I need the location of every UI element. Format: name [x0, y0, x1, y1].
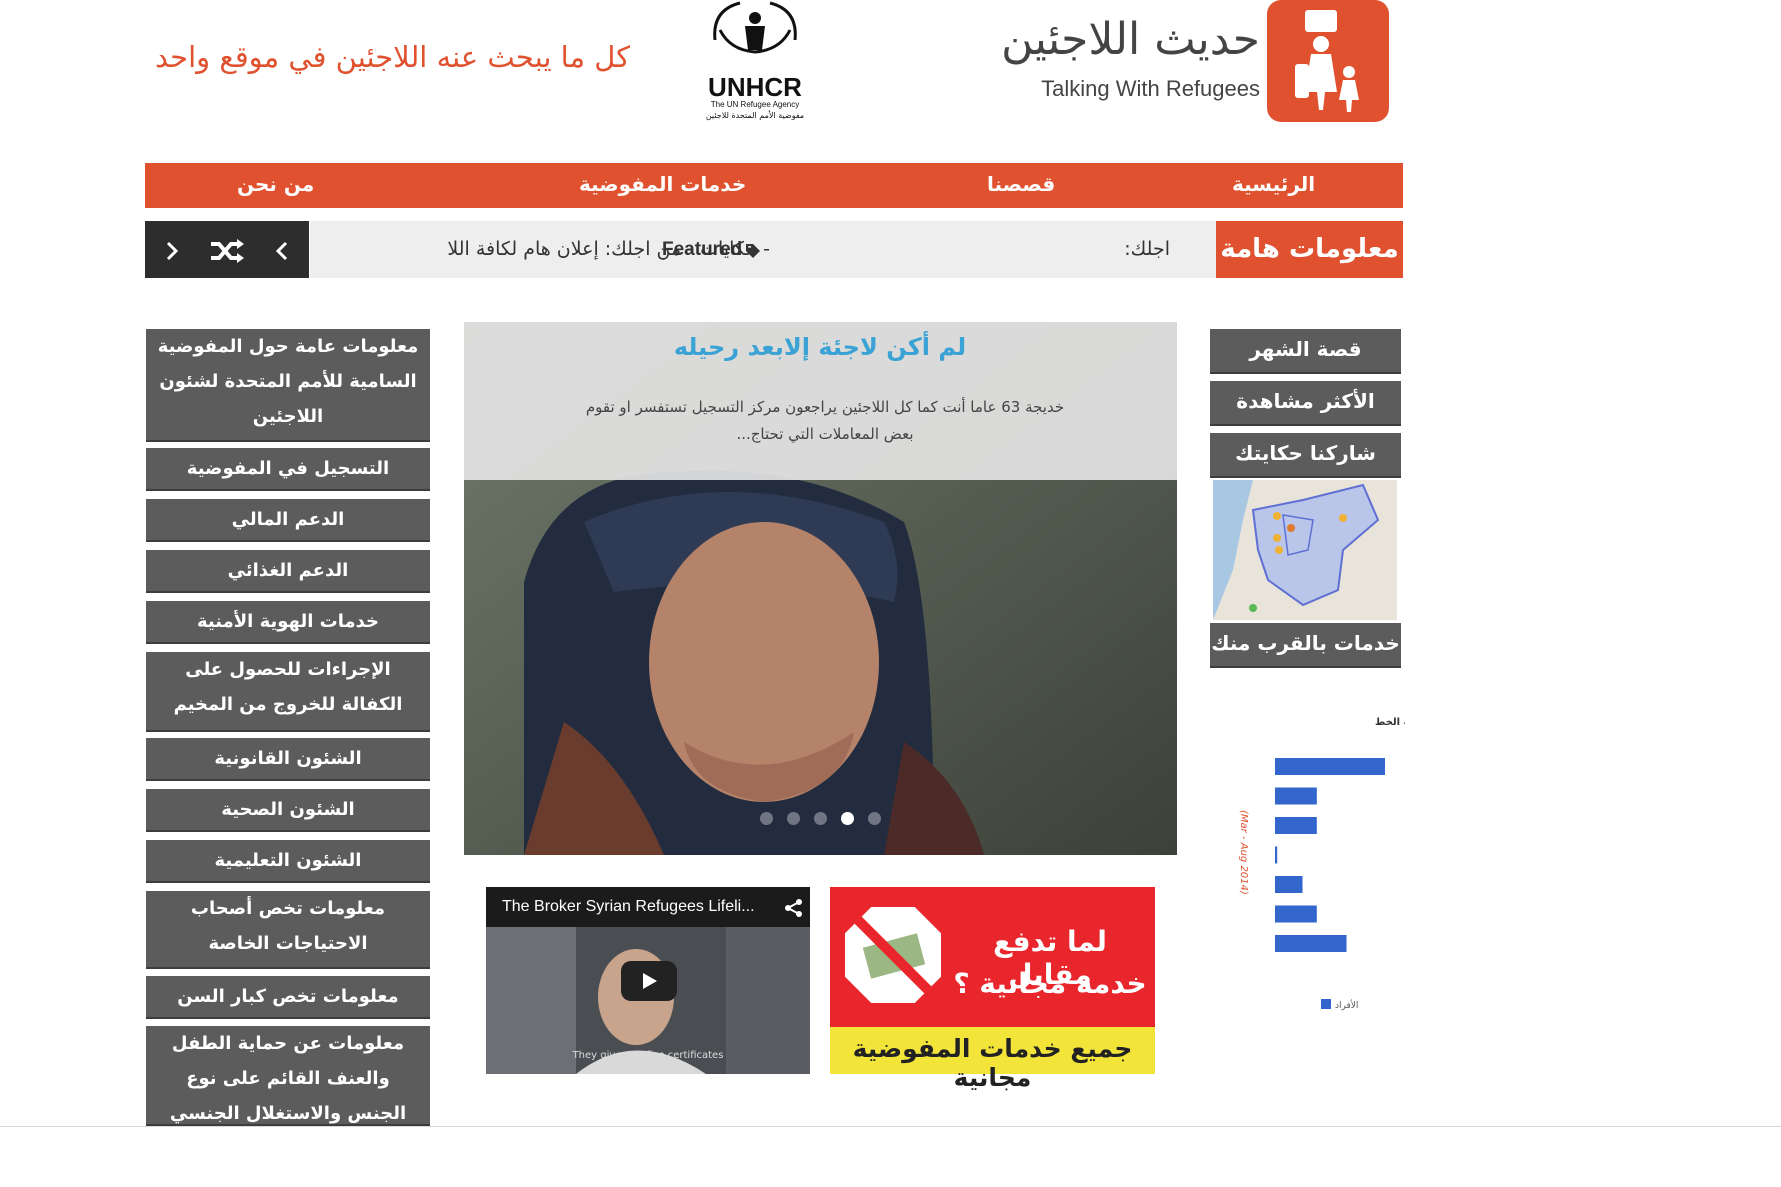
chart-title: معلومات الاحصائيات الخط	[1375, 717, 1405, 728]
right-menu-item-nearby-services[interactable]: خدمات بالقرب منك	[1210, 623, 1401, 668]
slide-description: خديجة 63 عاما أنت كما كل اللاجئين يراجعو…	[585, 398, 1065, 443]
slide-title[interactable]: لم أكن لاجئة إلابعد رحيله	[470, 333, 1170, 361]
right-menu-item-share-story[interactable]: شاركنا حكايتك	[1210, 433, 1401, 478]
unhcr-name: UNHCR	[708, 72, 802, 102]
ticker-label: معلومات هامة	[1216, 221, 1403, 278]
left-menu-item-education[interactable]: الشئون التعليمية	[146, 840, 430, 883]
slider-dot-4[interactable]	[841, 812, 854, 825]
ticker-prefix: اجلك:	[1124, 238, 1170, 260]
slider-dot-1[interactable]	[760, 812, 773, 825]
page-bottom-divider	[0, 1126, 1781, 1127]
chart-ylabel: (Mar - Aug 2014)	[1238, 810, 1249, 895]
left-menu-item-legal[interactable]: الشئون القانونية	[146, 738, 430, 781]
slider-dot-2[interactable]	[787, 812, 800, 825]
slider-dot-3[interactable]	[814, 812, 827, 825]
site-logo-arabic[interactable]: حديث اللاجئين	[990, 14, 1260, 65]
nav-item-our-stories[interactable]: قصصنا	[987, 163, 1055, 208]
chart-bar	[1275, 787, 1317, 805]
no-money-icon	[838, 900, 948, 1010]
share-icon[interactable]	[784, 898, 804, 922]
left-menu-item-child-protection[interactable]: معلومات عن حماية الطفل والعنف القائم على…	[146, 1026, 430, 1126]
left-menu-item-health[interactable]: الشئون الصحية	[146, 789, 430, 832]
chart-bar	[1275, 905, 1317, 923]
unhcr-logo[interactable]: UNHCR The UN Refugee Agency مفوضية الأمم…	[690, 0, 820, 125]
ticker-controls	[145, 221, 309, 278]
left-menu-item-security-id[interactable]: خدمات الهوية الأمنية	[146, 601, 430, 644]
site-tagline: كل ما يبحث عنه اللاجئين في موقع واحد	[154, 40, 630, 74]
chart-bar	[1275, 876, 1303, 893]
ticker-headline[interactable]: - حكايات - من اجلك: إعلان هام لكافة اللا	[340, 221, 770, 278]
right-menu-item-story-of-month[interactable]: قصة الشهر	[1210, 329, 1401, 374]
left-menu-item-unhcr-info[interactable]: معلومات عامة حول المفوضية السامية للأمم …	[146, 329, 430, 442]
chart-bar	[1275, 935, 1347, 952]
nav-item-about-us[interactable]: من نحن	[237, 163, 314, 208]
chevron-left-icon[interactable]	[255, 221, 309, 278]
chart-legend-swatch	[1321, 999, 1331, 1009]
banner-headline-2: خدمة مجانية ؟	[953, 967, 1147, 1000]
site-logo-icon[interactable]	[1267, 0, 1389, 122]
jordan-map-image	[1213, 480, 1397, 620]
left-menu-item-bailout[interactable]: الإجراءات للحصول على الكفالة للخروج من ا…	[146, 652, 430, 732]
statistics-chart-svg: معلومات الاحصائيات الخط (Mar - Aug 2014) ا…	[1238, 717, 1503, 1011]
main-nav: الرئيسية قصصنا خدمات المفوضية من نحن	[145, 163, 1403, 208]
chart-bar	[1275, 817, 1317, 834]
left-menu-item-financial-support[interactable]: الدعم المالي	[146, 499, 430, 542]
video-subtitle: They give you five certificates	[572, 1050, 724, 1061]
chart-bar	[1275, 846, 1278, 864]
chart-legend-label: الأفراد	[1335, 999, 1358, 1011]
play-icon[interactable]	[621, 961, 677, 1001]
services-map[interactable]	[1213, 480, 1397, 620]
banner-footer-text: جميع خدمات المفوضية مجانية	[852, 1034, 1133, 1092]
unhcr-subtitle-ar: مفوضية الأمم المتحدة للاجئين	[705, 111, 805, 120]
left-menu-item-special-needs[interactable]: معلومات تخص أصحاب الاحتياجات الخاصة	[146, 891, 430, 969]
chart-bar	[1275, 758, 1385, 775]
left-menu-item-registration[interactable]: التسجيل في المفوضية	[146, 448, 430, 491]
chevron-right-icon[interactable]	[145, 221, 199, 278]
site-logo-english[interactable]: Talking With Refugees	[1000, 76, 1260, 102]
video-title[interactable]: The Broker Syrian Refugees Lifeli...	[486, 887, 810, 927]
left-menu-item-elderly[interactable]: معلومات تخص كبار السن	[146, 976, 430, 1019]
slider-dot-5[interactable]	[868, 812, 881, 825]
unhcr-subtitle-en: The UN Refugee Agency	[710, 100, 800, 109]
nav-item-unhcr-services[interactable]: خدمات المفوضية	[579, 163, 746, 208]
shuffle-icon[interactable]	[200, 221, 254, 278]
statistics-chart: معلومات الاحصائيات الخط (Mar - Aug 2014) ا…	[1225, 710, 1503, 1020]
nav-item-home[interactable]: الرئيسية	[1232, 163, 1315, 208]
left-menu-item-food-support[interactable]: الدعم الغذائي	[146, 550, 430, 593]
right-menu-item-most-viewed[interactable]: الأكثر مشاهدة	[1210, 381, 1401, 426]
